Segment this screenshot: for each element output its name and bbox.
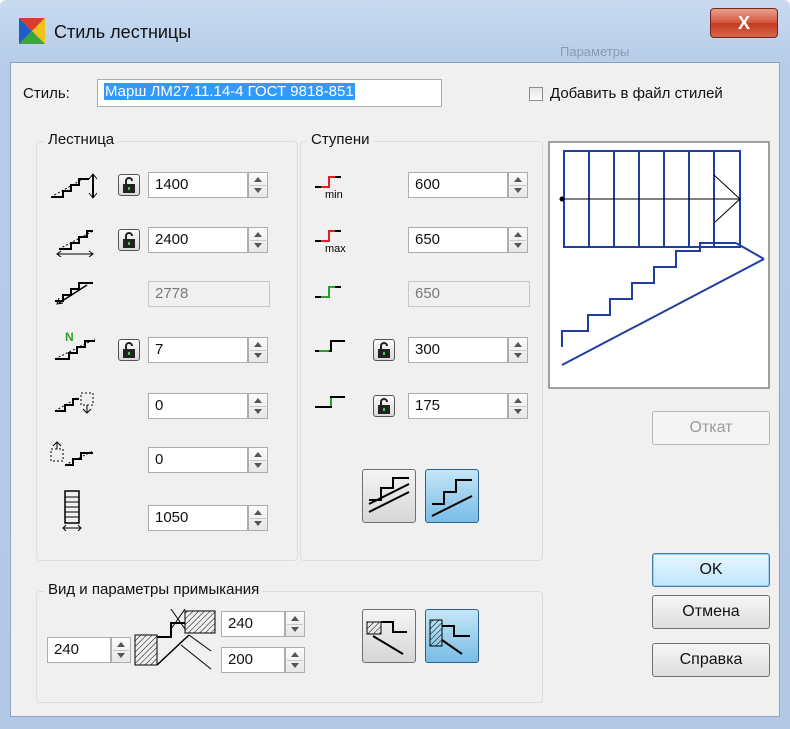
step-flat-style-icon [368,477,410,513]
stair-slope-length-field: 2778 [148,281,270,307]
junction-left-input[interactable]: 240 [47,637,111,663]
step-min-input[interactable]: 600 [408,172,508,198]
add-to-style-file-label: Добавить в файл стилей [550,85,723,102]
stair-slope-length-icon [55,282,93,305]
step-tread-spinner[interactable] [508,337,528,363]
bottom-offset-input[interactable]: 0 [148,447,248,473]
top-offset-input[interactable]: 0 [148,393,248,419]
title-bar[interactable]: Стиль лестницы Параметры X [0,0,790,62]
junction-type-b-button[interactable] [425,609,479,663]
stair-length-icon [56,230,94,257]
ok-button[interactable]: OK [652,553,770,587]
lock-icon [378,342,390,358]
add-to-style-file-checkbox[interactable] [529,87,543,101]
top-offset-spinner[interactable] [248,393,268,419]
length-lock-toggle[interactable] [118,229,140,251]
step-tread-input[interactable]: 300 [408,337,508,363]
stair-preview [548,141,770,389]
stair-height-input[interactable]: 1400 [148,172,248,198]
close-icon: X [737,13,750,33]
help-button[interactable]: Справка [652,643,770,677]
junction-diagram-icon [134,608,216,670]
step-min-subscript: min [325,189,343,199]
background-window-title: Параметры [560,44,630,59]
step-count-spinner[interactable] [248,337,268,363]
step-riser-input[interactable]: 175 [408,393,508,419]
lock-icon [123,232,135,248]
step-max-input[interactable]: 650 [408,227,508,253]
riser-lock-toggle[interactable] [373,395,395,417]
style-name-input[interactable]: Марш ЛМ27.11.14-4 ГОСТ 9818-851 [97,79,442,107]
stair-height-spinner[interactable] [248,172,268,198]
tread-lock-toggle[interactable] [373,339,395,361]
junction-bottom-spinner[interactable] [285,647,305,673]
step-style-flat-button[interactable] [362,469,416,523]
style-name-selected-text: Марш ЛМ27.11.14-4 ГОСТ 9818-851 [104,83,355,100]
step-style-notched-button[interactable] [425,469,479,523]
close-button[interactable]: X [710,8,778,38]
step-riser-spinner[interactable] [508,393,528,419]
lock-icon [123,177,135,193]
step-min-icon: min [315,176,343,199]
junction-type-a-button[interactable] [362,609,416,663]
cancel-button[interactable]: Отмена [652,595,770,629]
stair-length-input[interactable]: 2400 [148,227,248,253]
stair-width-input[interactable]: 1050 [148,505,248,531]
bottom-offset-spinner[interactable] [248,447,268,473]
step-tread-icon [315,340,345,352]
junction-bottom-input[interactable]: 200 [221,647,285,673]
junction-group-title: Вид и параметры примыкания [44,581,264,598]
rollback-button[interactable]: Откат [652,411,770,445]
lock-icon [123,342,135,358]
window-title: Стиль лестницы [54,22,192,42]
stair-preview-drawing [559,150,765,366]
stair-top-offset-icon [54,392,94,414]
step-actual-field: 650 [408,281,530,307]
step-actual-icon [315,286,341,298]
stair-bottom-offset-icon [50,441,94,466]
step-count-input[interactable]: 7 [148,337,248,363]
app-icon [19,18,45,44]
junction-top-input[interactable]: 240 [221,611,285,637]
steps-group-title: Ступени [307,131,374,148]
stair-step-count-icon: N [54,330,96,360]
junction-left-spinner[interactable] [111,637,131,663]
step-count-lock-toggle[interactable] [118,339,140,361]
step-max-spinner[interactable] [508,227,528,253]
stair-height-icon [50,173,97,199]
dialog-window: Стиль лестницы Параметры X Стиль: Марш Л… [0,0,790,729]
dialog-body: Стиль: Марш ЛМ27.11.14-4 ГОСТ 9818-851 Д… [10,62,780,717]
junction-type-a-icon [366,621,407,655]
step-max-icon: max [315,230,346,253]
height-lock-toggle[interactable] [118,174,140,196]
junction-type-b-icon [429,619,470,655]
stair-width-icon [62,490,82,531]
lock-icon [378,398,390,414]
stair-group-title: Лестница [44,131,119,148]
step-max-subscript: max [325,243,346,253]
step-min-spinner[interactable] [508,172,528,198]
junction-top-spinner[interactable] [285,611,305,637]
step-riser-icon [315,396,345,408]
step-notched-style-icon [431,479,473,517]
style-label: Стиль: [23,85,70,102]
stair-width-spinner[interactable] [248,505,268,531]
step-count-badge: N [65,330,74,344]
stair-length-spinner[interactable] [248,227,268,253]
